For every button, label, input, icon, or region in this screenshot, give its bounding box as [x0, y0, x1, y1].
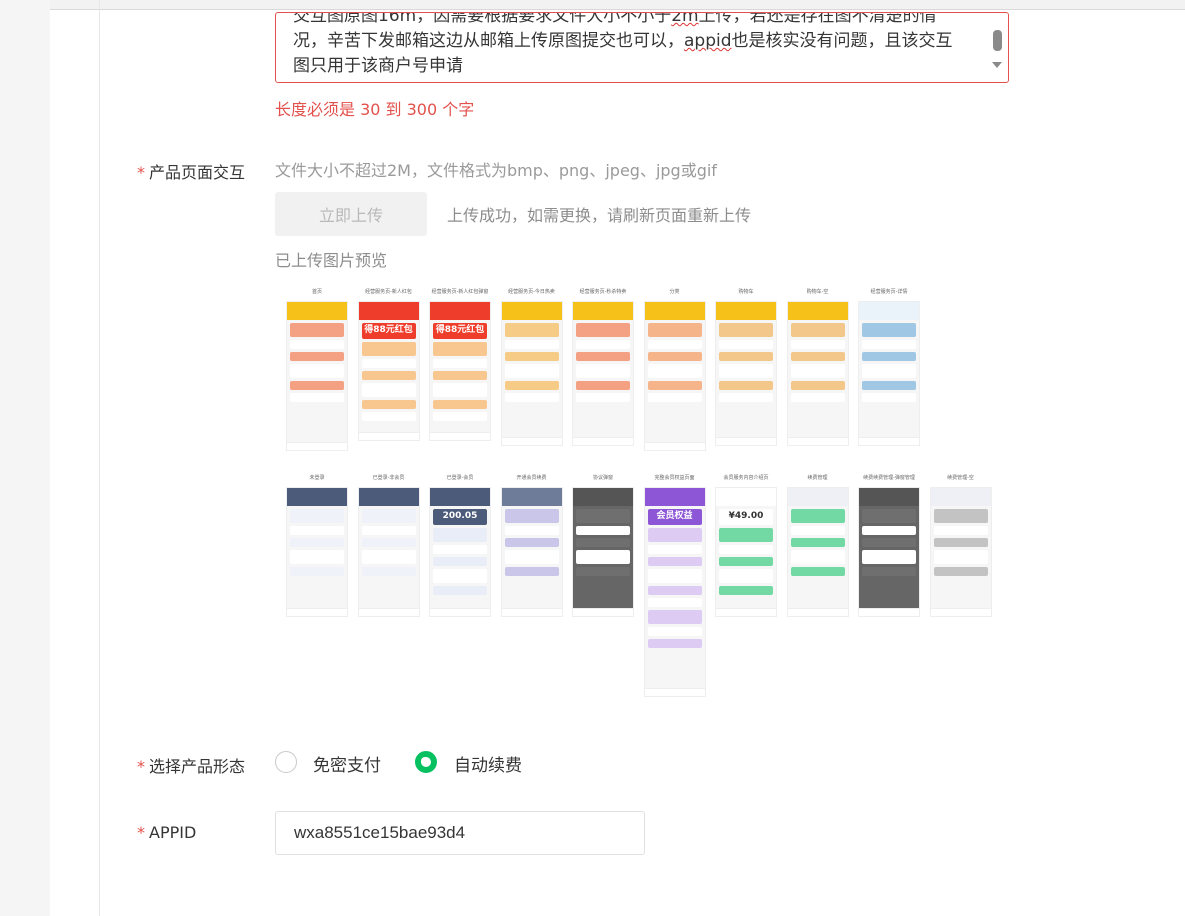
screen-thumbnail-title: 续费管理-空: [947, 475, 974, 481]
product-page-label-text: 产品页面交互: [149, 163, 246, 182]
scrollbar-thumb[interactable]: [993, 30, 1002, 51]
screen-thumbnail-title: 未登录: [309, 475, 325, 481]
upload-status: 上传成功，如需更换，请刷新页面重新上传: [447, 206, 752, 225]
screen-thumbnail-image: [858, 301, 920, 446]
uploaded-image-preview: 首页 经营服务页-新人红包 得88元红包 经营服务页-新人红包弹窗 得88元红包 经营服务…: [285, 287, 1000, 707]
screen-thumbnail: 经营服务页-详情: [857, 287, 921, 446]
screen-thumbnail-title: 已登录-会员: [446, 475, 474, 481]
screen-thumbnail-title: 续费管理: [807, 475, 828, 481]
screen-thumbnail-image: [643, 301, 706, 451]
screen-thumbnail-title: 经营服务页-今日热卖: [508, 289, 555, 295]
description-error: 长度必须是 30 到 300 个字: [275, 100, 475, 119]
scroll-down-arrow-icon[interactable]: [992, 62, 1002, 68]
radio-password-free-payment[interactable]: [275, 751, 297, 773]
screen-thumbnail: 购物车-空: [786, 287, 850, 446]
screen-thumbnail-title: 购物车-空: [806, 289, 829, 295]
screen-thumbnail-image: [786, 487, 849, 617]
browser-top-strip: [0, 0, 1185, 10]
screen-thumbnail-image: 得88元红包: [357, 301, 420, 441]
description-line: 图只用于该商户号申请: [293, 56, 463, 76]
screen-thumbnail: 续费管理: [786, 473, 850, 617]
screen-thumbnail: 未登录: [285, 473, 349, 617]
screen-thumbnail-title: 已登录-非会员: [372, 475, 405, 481]
required-mark: *: [137, 757, 145, 776]
screen-thumbnail-image: [572, 301, 634, 446]
file-hint: 文件大小不超过2M，文件格式为bmp、png、jpeg、jpg或gif: [275, 161, 717, 180]
screen-thumbnail-image: [286, 487, 348, 617]
description-misspelled-word: 2m: [671, 12, 699, 26]
screen-thumbnail-title: 购物车: [738, 289, 754, 295]
screen-thumbnail-image: [715, 301, 777, 446]
content-divider: [99, 0, 100, 916]
screen-thumbnail: 经营服务页-新人红包弹窗得88元红包: [428, 287, 492, 441]
appid-label-text: APPID: [149, 823, 197, 842]
required-mark: *: [137, 163, 145, 182]
screen-thumbnail: 购物车: [714, 287, 778, 446]
screen-banner-text: 得88元红包: [361, 323, 416, 339]
screen-thumbnail-title: 经营服务页-秒杀特卖: [579, 289, 627, 295]
appid-input[interactable]: wxa8551ce15bae93d4: [275, 811, 645, 855]
screen-thumbnail-title: 协议弹窗: [592, 475, 613, 481]
screen-thumbnail: 经营服务页-新人红包得88元红包: [357, 287, 421, 441]
screen-thumbnail: 续费续费管理-弹窗管理: [857, 473, 921, 617]
screen-thumbnail: 已登录-会员 200.05: [428, 473, 492, 617]
screen-thumbnail: 经营服务页-秒杀特卖: [571, 287, 635, 446]
screen-thumbnail: 续费管理-空: [929, 473, 993, 617]
screen-thumbnail-image: [572, 487, 634, 617]
screen-thumbnail-image: 会员权益: [643, 487, 706, 697]
screen-thumbnail: 开通会员续费: [500, 473, 564, 617]
screen-thumbnail: 完整会员权益页面会员权益: [643, 473, 707, 697]
screen-thumbnail-title: 经营服务页-详情: [870, 289, 908, 295]
screen-thumbnail-image: [786, 301, 849, 446]
product-page-label: * 产品页面交互: [137, 159, 245, 183]
screen-thumbnail: 首页: [285, 287, 349, 451]
screen-thumbnail-image: [858, 487, 920, 617]
required-mark: *: [137, 823, 145, 842]
screen-thumbnail-image: [929, 487, 992, 617]
screen-thumbnail-image: [500, 301, 563, 446]
radio-auto-renewal[interactable]: [415, 751, 437, 773]
product-form-label: * 选择产品形态: [137, 753, 245, 777]
screen-thumbnail-title: 开通会员续费: [516, 475, 547, 481]
screen-thumbnail-image: 200.05: [429, 487, 491, 617]
upload-button[interactable]: 立即上传: [275, 192, 427, 236]
screen-thumbnail-image: ¥49.00: [715, 487, 777, 617]
preview-label: 已上传图片预览: [275, 251, 388, 270]
appid-label: * APPID: [137, 823, 196, 842]
textarea-scrollbar[interactable]: [990, 14, 1007, 81]
radio-label-auto-renewal[interactable]: 自动续费: [454, 751, 522, 776]
screen-thumbnail: 经营服务页-今日热卖: [500, 287, 564, 446]
description-line: 况，辛苦下发邮箱这边从邮箱上传原图提交也可以，: [293, 31, 684, 51]
description-line: 也是核实没有问题，且该交互: [731, 31, 953, 51]
screen-banner-text: 得88元红包: [433, 323, 487, 339]
screen-thumbnail-title: 经营服务页-新人红包: [365, 289, 412, 295]
screen-thumbnail: 已登录-非会员: [357, 473, 421, 617]
screen-banner-text: ¥49.00: [719, 509, 773, 525]
screen-thumbnail-title: 首页: [311, 289, 322, 295]
screen-thumbnail: 分类: [643, 287, 707, 451]
description-misspelled-word: appid: [684, 31, 732, 51]
screen-thumbnail-title: 续费续费管理-弹窗管理: [863, 475, 915, 481]
screen-thumbnail: 会员服务内容介绍页 ¥49.00: [714, 473, 778, 617]
screen-banner-text: 会员权益: [647, 509, 702, 525]
screen-thumbnail-image: [286, 301, 348, 451]
product-form-label-text: 选择产品形态: [149, 757, 246, 776]
description-text: 交互图原图16m，因需要根据要求文件大小不小于2m上传，若还是存在图不清楚的情 …: [293, 12, 983, 79]
radio-label-password-free-payment[interactable]: 免密支付: [313, 751, 381, 776]
left-rail: [0, 0, 50, 916]
description-line: 上传，若还是存在图不清楚的情: [698, 12, 937, 26]
screen-thumbnail: 协议弹窗: [571, 473, 635, 617]
screen-thumbnail-title: 会员服务内容介绍页: [723, 475, 769, 481]
description-line: 交互图原图16m，因需要根据要求文件大小不小于: [293, 12, 672, 26]
screen-banner-text: 200.05: [433, 509, 487, 525]
screen-thumbnail-title: 分类: [669, 289, 680, 295]
screen-thumbnail-title: 经营服务页-新人红包弹窗: [431, 289, 489, 295]
screen-thumbnail-title: 完整会员权益页面: [654, 475, 695, 481]
screen-thumbnail-image: [357, 487, 420, 617]
screen-thumbnail-image: 得88元红包: [429, 301, 491, 441]
description-textarea[interactable]: 交互图原图16m，因需要根据要求文件大小不小于2m上传，若还是存在图不清楚的情 …: [275, 12, 1009, 83]
screen-thumbnail-image: [500, 487, 563, 617]
